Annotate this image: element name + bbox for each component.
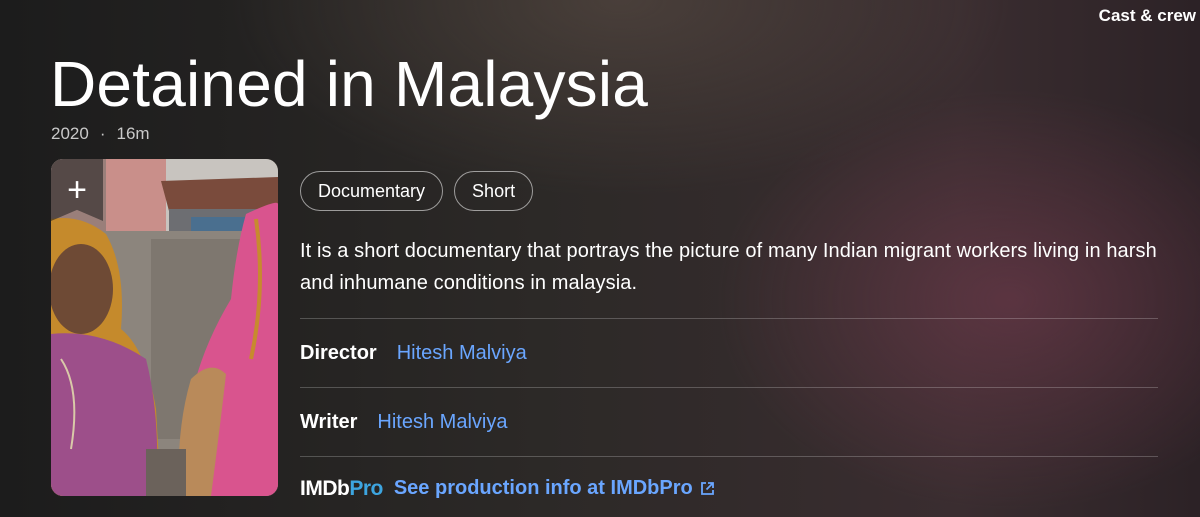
page-title: Detained in Malaysia (50, 48, 649, 120)
external-link-icon (700, 481, 715, 496)
plus-icon: + (67, 171, 87, 209)
imdbpro-link-label: See production info at IMDbPro (393, 477, 693, 499)
release-year[interactable]: 2020 (51, 124, 89, 144)
cast-crew-link[interactable]: Cast & crew (1099, 6, 1196, 26)
director-link[interactable]: Hitesh Malviya (397, 342, 527, 365)
add-to-watchlist-button[interactable]: + (51, 159, 103, 221)
title-meta: 2020 · 16m (51, 124, 150, 144)
credit-label-director: Director (300, 341, 377, 364)
imdbpro-row: IMDb Pro See production info at IMDbPro (300, 457, 1158, 517)
imdbpro-production-link[interactable]: See production info at IMDbPro (394, 477, 715, 500)
genre-chips: Documentary Short (300, 171, 1158, 211)
writer-link[interactable]: Hitesh Malviya (377, 411, 507, 434)
imdbpro-logo[interactable]: IMDb Pro (300, 477, 383, 501)
plot-summary: It is a short documentary that portrays … (300, 240, 1157, 294)
title-details: Documentary Short It is a short document… (300, 171, 1158, 517)
meta-separator: · (99, 124, 106, 143)
genre-chip-documentary[interactable]: Documentary (300, 171, 444, 211)
credit-row-writer: Writer Hitesh Malviya (300, 388, 1158, 456)
credit-row-director: Director Hitesh Malviya (300, 319, 1158, 387)
poster-image[interactable]: + (51, 159, 278, 496)
imdbpro-logo-imdb: IMDb (300, 476, 350, 500)
runtime: 16m (116, 124, 150, 143)
genre-chip-short[interactable]: Short (454, 171, 534, 211)
imdbpro-logo-pro: Pro (349, 476, 383, 500)
credit-label-writer: Writer (300, 410, 358, 433)
